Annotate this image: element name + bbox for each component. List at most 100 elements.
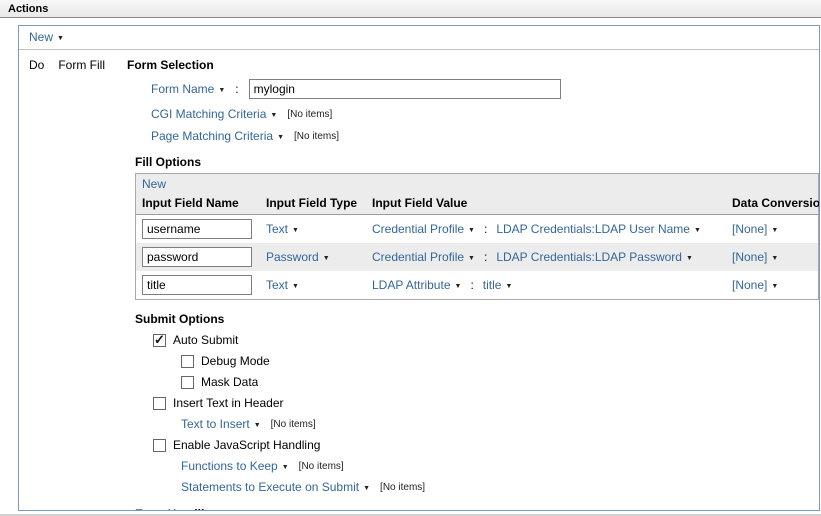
field-name-input[interactable]: [142, 247, 252, 267]
submit-options-title: Submit Options: [135, 312, 819, 326]
form-name-input[interactable]: [249, 79, 561, 99]
chevron-down-icon: ▼: [505, 283, 512, 290]
mask-data-label: Mask Data: [201, 375, 258, 389]
field-type-label: Text: [266, 278, 288, 292]
action-type-label: Form Fill: [58, 58, 105, 72]
table-row: Password▼ Credential Profile▼ : LDAP Cre…: [136, 243, 818, 271]
data-conversion-label: [None]: [732, 250, 767, 264]
value-detail-dropdown[interactable]: title▼: [483, 278, 513, 292]
field-name-input[interactable]: [142, 219, 252, 239]
statements-to-execute-dropdown[interactable]: Statements to Execute on Submit ▼: [181, 480, 370, 494]
actions-header: Actions: [0, 0, 821, 18]
page-matching-dropdown[interactable]: Page Matching Criteria▼: [151, 129, 284, 143]
debug-mode-label: Debug Mode: [201, 354, 270, 368]
table-new-row: New: [136, 174, 818, 193]
page-matching-label: Page Matching Criteria: [151, 129, 273, 143]
table-row: Text▼ Credential Profile ▼ : LDAP Credent…: [136, 215, 818, 243]
value-detail-dropdown[interactable]: LDAP Credentials:LDAP User Name▼: [496, 222, 701, 236]
cgi-matching-dropdown[interactable]: CGI Matching Criteria ▼: [151, 107, 277, 121]
chevron-down-icon: ▼: [323, 255, 330, 262]
table-column-headers: Input Field Name Input Field Type Input …: [136, 193, 818, 215]
chevron-down-icon: ▼: [254, 422, 261, 429]
value-detail-dropdown[interactable]: LDAP Credentials:LDAP Password ▼: [496, 250, 693, 264]
text-to-insert-dropdown[interactable]: Text to Insert ▼: [181, 417, 261, 431]
value-separator: :: [470, 278, 473, 292]
action-content: Form Name ▼ : CGI Matching Criteria ▼ [No …: [135, 79, 819, 511]
mask-data-row: Mask Data: [181, 375, 819, 389]
insert-text-checkbox[interactable]: [153, 397, 166, 410]
value-source-dropdown[interactable]: Credential Profile ▼: [372, 222, 475, 236]
mask-data-checkbox[interactable]: [181, 376, 194, 389]
functions-to-keep-label: Functions to Keep: [181, 459, 278, 473]
value-source-label: Credential Profile: [372, 250, 464, 264]
fill-options-table: New Input Field Name Input Field Type In…: [135, 173, 819, 300]
text-to-insert-status: [No items]: [271, 419, 316, 430]
data-conversion-dropdown[interactable]: [None]▼: [732, 222, 778, 236]
chevron-down-icon: ▼: [363, 485, 370, 492]
form-name-dropdown[interactable]: Form Name ▼: [151, 82, 225, 96]
form-name-row: Form Name ▼ :: [151, 79, 819, 99]
statements-to-execute-row: Statements to Execute on Submit ▼ [No ite…: [181, 480, 819, 494]
chevron-down-icon: ▼: [468, 255, 475, 262]
chevron-down-icon: ▼: [292, 283, 299, 290]
chevron-down-icon: ▼: [771, 255, 778, 262]
form-name-separator: :: [235, 82, 238, 96]
value-source-dropdown[interactable]: Credential Profile ▼: [372, 250, 475, 264]
table-new-button[interactable]: New: [142, 177, 166, 191]
page-matching-status: [No items]: [294, 131, 339, 142]
page-matching-row: Page Matching Criteria▼ [No items]: [151, 129, 819, 143]
panel-body: Do Form Fill Form Selection Form Name ▼ :…: [19, 50, 819, 511]
value-separator: :: [484, 222, 487, 236]
actions-panel: New ▼ Do Form Fill Form Selection Form Na…: [18, 25, 820, 511]
chevron-down-icon: ▼: [57, 35, 64, 42]
action-row: Do Form Fill Form Selection: [29, 58, 819, 72]
new-action-row: New ▼: [19, 26, 819, 50]
field-type-label: Password: [266, 250, 319, 264]
chevron-down-icon: ▼: [270, 112, 277, 119]
col-input-field-name: Input Field Name: [136, 193, 260, 214]
data-conversion-dropdown[interactable]: [None] ▼: [732, 250, 778, 264]
cgi-matching-label: CGI Matching Criteria: [151, 107, 266, 121]
form-name-label: Form Name: [151, 82, 214, 96]
new-action-label: New: [29, 30, 53, 44]
insert-text-row: Insert Text in Header: [153, 396, 819, 410]
cgi-matching-status: [No items]: [287, 109, 332, 120]
statements-to-execute-status: [No items]: [380, 482, 425, 493]
field-type-dropdown[interactable]: Text▼: [266, 222, 299, 236]
chevron-down-icon: ▼: [282, 464, 289, 471]
debug-mode-checkbox[interactable]: [181, 355, 194, 368]
value-detail-label: LDAP Credentials:LDAP Password: [496, 250, 682, 264]
functions-to-keep-status: [No items]: [299, 461, 344, 472]
chevron-down-icon: ▼: [218, 87, 225, 94]
enable-javascript-checkbox[interactable]: [153, 439, 166, 452]
value-source-label: Credential Profile: [372, 222, 464, 236]
new-action-dropdown[interactable]: New ▼: [29, 30, 64, 44]
chevron-down-icon: ▼: [686, 255, 693, 262]
debug-mode-row: Debug Mode: [181, 354, 819, 368]
chevron-down-icon: ▼: [771, 283, 778, 290]
chevron-down-icon: ▼: [468, 227, 475, 234]
field-type-dropdown[interactable]: Text ▼: [266, 278, 299, 292]
text-to-insert-label: Text to Insert: [181, 417, 250, 431]
col-data-conversion: Data Conversion: [726, 193, 818, 214]
value-source-dropdown[interactable]: LDAP Attribute▼: [372, 278, 461, 292]
field-name-input[interactable]: [142, 275, 252, 295]
form-selection-title: Form Selection: [127, 58, 214, 72]
statements-to-execute-label: Statements to Execute on Submit: [181, 480, 359, 494]
cgi-matching-row: CGI Matching Criteria ▼ [No items]: [151, 107, 819, 121]
do-label: Do: [29, 58, 44, 72]
chevron-down-icon: ▼: [455, 283, 462, 290]
auto-submit-label: Auto Submit: [173, 333, 238, 347]
form-selection-section: Form Name ▼ : CGI Matching Criteria ▼ [No …: [135, 79, 819, 143]
enable-javascript-row: Enable JavaScript Handling: [153, 438, 819, 452]
actions-title: Actions: [8, 3, 48, 15]
field-type-dropdown[interactable]: Password ▼: [266, 250, 330, 264]
auto-submit-checkbox[interactable]: [153, 334, 166, 347]
data-conversion-label: [None]: [732, 278, 767, 292]
chevron-down-icon: ▼: [694, 227, 701, 234]
col-input-field-value: Input Field Value: [366, 193, 726, 214]
functions-to-keep-dropdown[interactable]: Functions to Keep ▼: [181, 459, 289, 473]
data-conversion-dropdown[interactable]: [None] ▼: [732, 278, 778, 292]
data-conversion-label: [None]: [732, 222, 767, 236]
chevron-down-icon: ▼: [292, 227, 299, 234]
